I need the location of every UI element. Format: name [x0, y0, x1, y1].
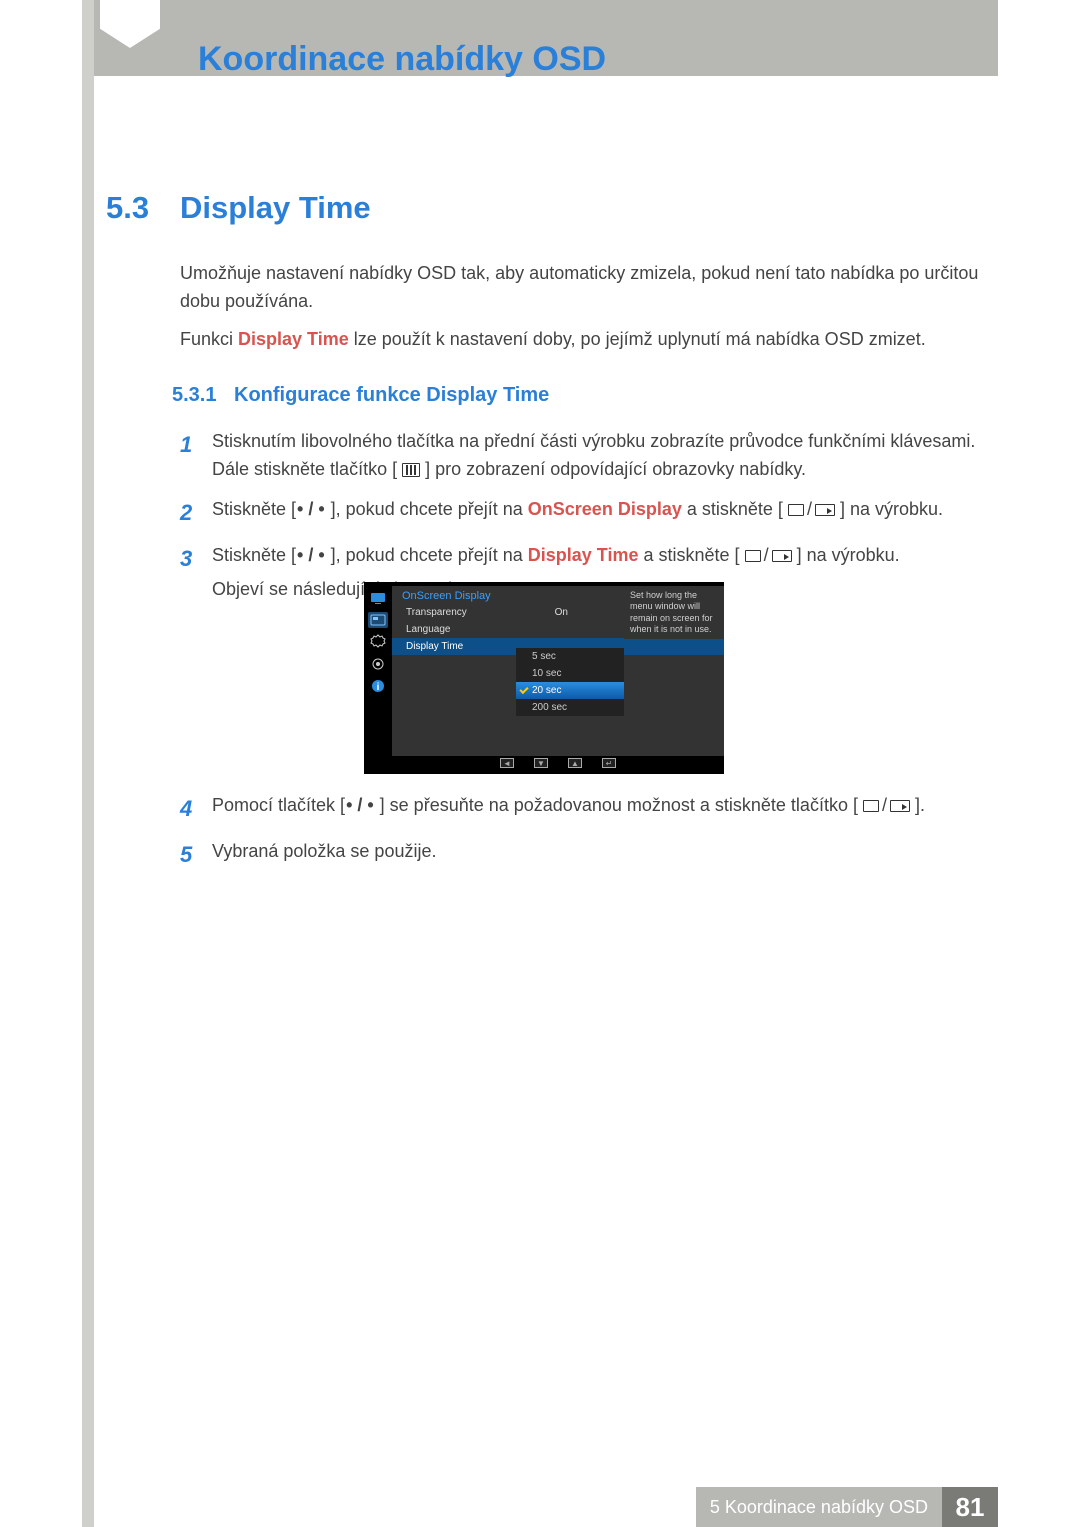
rect-icon — [863, 800, 879, 812]
section-number: 5.3 — [106, 190, 149, 226]
osd-cat-onscreen-icon — [368, 612, 388, 628]
step-1-text: Stisknutím libovolného tlačítka na předn… — [212, 428, 980, 484]
step-2-text: Stiskněte [• / • ], pokud chcete přejít … — [212, 496, 943, 524]
osd-navbar: ◄ ▼ ▲ ↵ — [392, 758, 724, 772]
step-number: 5 — [180, 838, 198, 872]
svg-text:i: i — [377, 682, 380, 693]
step-5: 5 Vybraná položka se použije. — [180, 838, 980, 872]
rect-icon — [745, 550, 761, 562]
osd-cat-settings-icon — [368, 656, 388, 672]
osd-row-label: Display Time — [406, 641, 516, 652]
osd-submenu: 5 sec 10 sec 20 sec 200 sec — [516, 648, 624, 716]
osd-row-value: On — [516, 607, 578, 618]
para2-highlight: Display Time — [238, 329, 349, 349]
osd-row-label: Transparency — [406, 607, 516, 618]
osd-sub-200sec: 200 sec — [516, 699, 624, 716]
step-2-highlight: OnScreen Display — [528, 499, 682, 519]
osd-category-sidebar: i — [364, 586, 392, 756]
subsection-number: 5.3.1 — [172, 384, 216, 407]
page-footer: 5 Koordinace nabídky OSD 81 — [94, 1487, 998, 1527]
osd-sub-20sec: 20 sec — [516, 682, 624, 699]
footer-page-number: 81 — [942, 1487, 998, 1527]
section-title: Display Time — [180, 190, 371, 226]
enter-source-icon: / — [745, 542, 792, 570]
osd-nav-left-icon: ◄ — [500, 758, 514, 768]
step-4-text: Pomocí tlačítek [• / • ] se přesuňte na … — [212, 792, 925, 820]
osd-cat-setup-icon — [368, 634, 388, 650]
osd-nav-enter-icon: ↵ — [602, 758, 616, 768]
para2-pre: Funkci — [180, 329, 238, 349]
step-2: 2 Stiskněte [• / • ], pokud chcete přejí… — [180, 496, 980, 530]
menu-icon — [402, 463, 420, 477]
step-3-highlight: Display Time — [528, 545, 639, 565]
step-number: 1 — [180, 428, 198, 462]
page-edge-stripe — [82, 0, 94, 1527]
source-icon — [815, 504, 835, 516]
osd-screenshot: i OnScreen Display Transparency On Langu… — [364, 582, 724, 774]
osd-tip-text: Set how long the menu window will remain… — [624, 586, 724, 639]
intro-paragraph-1: Umožňuje nastavení nabídky OSD tak, aby … — [180, 260, 980, 316]
osd-cat-info-icon: i — [368, 678, 388, 694]
enter-source-icon: / — [863, 792, 910, 820]
osd-row-value — [516, 624, 578, 635]
step-number: 3 — [180, 542, 198, 576]
source-icon — [772, 550, 792, 562]
osd-row-label: Language — [406, 624, 516, 635]
step-4: 4 Pomocí tlačítek [• / • ] se přesuňte n… — [180, 792, 980, 826]
osd-nav-down-icon: ▼ — [534, 758, 548, 768]
dot-slash-icon: • / • — [345, 792, 375, 820]
header-title: Koordinace nabídky OSD — [198, 40, 606, 79]
steps-block-2: 4 Pomocí tlačítek [• / • ] se přesuňte n… — [180, 792, 980, 884]
step-number: 4 — [180, 792, 198, 826]
step-1: 1 Stisknutím libovolného tlačítka na pře… — [180, 428, 980, 484]
osd-nav-up-icon: ▲ — [568, 758, 582, 768]
step-number: 2 — [180, 496, 198, 530]
step-5-text: Vybraná položka se použije. — [212, 838, 436, 866]
source-icon — [890, 800, 910, 812]
osd-sub-5sec: 5 sec — [516, 648, 624, 665]
dot-slash-icon: • / • — [296, 496, 326, 524]
subsection-title: Konfigurace funkce Display Time — [234, 384, 549, 407]
manual-page: Koordinace nabídky OSD 5.3 Display Time … — [0, 0, 1080, 1527]
rect-icon — [788, 504, 804, 516]
dot-slash-icon: • / • — [296, 542, 326, 570]
para2-post: lze použít k nastavení doby, po jejímž u… — [349, 329, 926, 349]
footer-chapter-label: 5 Koordinace nabídky OSD — [696, 1487, 942, 1527]
osd-cat-picture-icon — [368, 590, 388, 606]
osd-sub-10sec: 10 sec — [516, 665, 624, 682]
intro-paragraph-2: Funkci Display Time lze použít k nastave… — [180, 326, 980, 354]
enter-source-icon: / — [788, 496, 835, 524]
